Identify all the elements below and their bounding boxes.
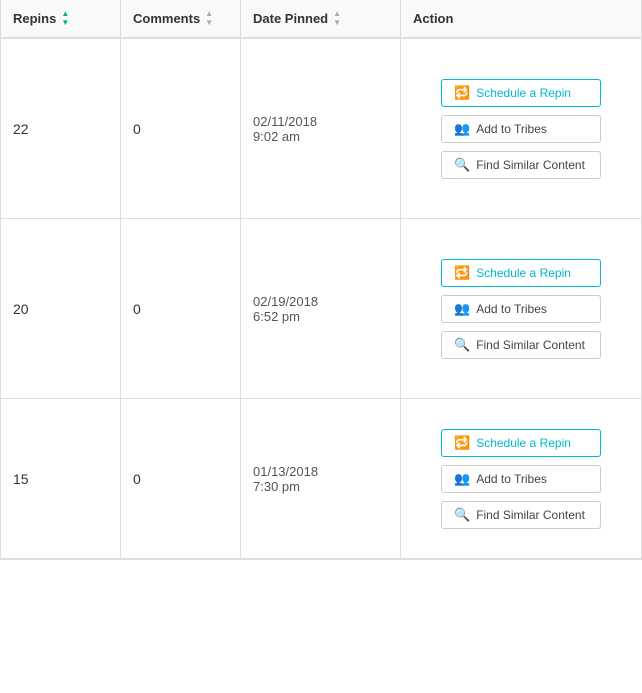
table-header: Repins ▲ ▼ Comments ▲ ▼ Date Pinned ▲ ▼ … [1, 0, 641, 39]
cell-action-1: 🔁 Schedule a Repin 👥 Add to Tribes 🔍 Fin… [401, 39, 641, 218]
similar-icon-3: 🔍 [454, 507, 470, 523]
time-value-3: 7:30 pm [253, 479, 318, 494]
header-comments-label: Comments [133, 11, 200, 26]
find-similar-button-3[interactable]: 🔍 Find Similar Content [441, 501, 601, 529]
time-value-2: 6:52 pm [253, 309, 318, 324]
sort-arrow-down-comments: ▼ [205, 19, 213, 27]
cell-date-3: 01/13/2018 7:30 pm [241, 399, 401, 558]
similar-label-2: Find Similar Content [476, 338, 585, 352]
time-value-1: 9:02 am [253, 129, 317, 144]
table-row: 20 0 02/19/2018 6:52 pm 🔁 Schedule a Rep… [1, 219, 641, 399]
add-to-tribes-button-2[interactable]: 👥 Add to Tribes [441, 295, 601, 323]
comments-value-2: 0 [133, 301, 141, 317]
header-action-label: Action [413, 11, 453, 26]
schedule-repin-button-1[interactable]: 🔁 Schedule a Repin [441, 79, 601, 107]
cell-comments-1: 0 [121, 39, 241, 218]
comments-sort-arrows: ▲ ▼ [205, 10, 213, 27]
repins-value-1: 22 [13, 121, 29, 137]
similar-icon-1: 🔍 [454, 157, 470, 173]
date-time-2: 02/19/2018 6:52 pm [253, 294, 318, 324]
comments-value-3: 0 [133, 471, 141, 487]
tribes-label-2: Add to Tribes [476, 302, 547, 316]
tribes-icon-1: 👥 [454, 121, 470, 137]
cell-action-3: 🔁 Schedule a Repin 👥 Add to Tribes 🔍 Fin… [401, 399, 641, 558]
date-value-2: 02/19/2018 [253, 294, 318, 309]
cell-comments-2: 0 [121, 219, 241, 398]
sort-arrow-up: ▲ [61, 10, 69, 18]
date-sort-arrows: ▲ ▼ [333, 10, 341, 27]
cell-date-1: 02/11/2018 9:02 am [241, 39, 401, 218]
schedule-repin-button-3[interactable]: 🔁 Schedule a Repin [441, 429, 601, 457]
repin-icon-3: 🔁 [454, 435, 470, 451]
schedule-label-1: Schedule a Repin [476, 86, 571, 100]
header-repins-label: Repins [13, 11, 56, 26]
sort-arrow-down-date: ▼ [333, 19, 341, 27]
tribes-icon-2: 👥 [454, 301, 470, 317]
similar-icon-2: 🔍 [454, 337, 470, 353]
repin-icon-1: 🔁 [454, 85, 470, 101]
cell-repins-2: 20 [1, 219, 121, 398]
schedule-label-3: Schedule a Repin [476, 436, 571, 450]
header-date-label: Date Pinned [253, 11, 328, 26]
table-row: 22 0 02/11/2018 9:02 am 🔁 Schedule a Rep… [1, 39, 641, 219]
date-value-1: 02/11/2018 [253, 114, 317, 129]
sort-arrow-down: ▼ [61, 19, 69, 27]
similar-label-3: Find Similar Content [476, 508, 585, 522]
data-table: Repins ▲ ▼ Comments ▲ ▼ Date Pinned ▲ ▼ … [0, 0, 642, 560]
schedule-label-2: Schedule a Repin [476, 266, 571, 280]
tribes-label-1: Add to Tribes [476, 122, 547, 136]
similar-label-1: Find Similar Content [476, 158, 585, 172]
header-comments[interactable]: Comments ▲ ▼ [121, 0, 241, 37]
find-similar-button-1[interactable]: 🔍 Find Similar Content [441, 151, 601, 179]
date-time-3: 01/13/2018 7:30 pm [253, 464, 318, 494]
sort-arrow-up-comments: ▲ [205, 10, 213, 18]
header-action: Action [401, 0, 641, 37]
sort-arrow-up-date: ▲ [333, 10, 341, 18]
repin-icon-2: 🔁 [454, 265, 470, 281]
find-similar-button-2[interactable]: 🔍 Find Similar Content [441, 331, 601, 359]
header-repins[interactable]: Repins ▲ ▼ [1, 0, 121, 37]
header-date[interactable]: Date Pinned ▲ ▼ [241, 0, 401, 37]
schedule-repin-button-2[interactable]: 🔁 Schedule a Repin [441, 259, 601, 287]
tribes-icon-3: 👥 [454, 471, 470, 487]
table-row: 15 0 01/13/2018 7:30 pm 🔁 Schedule a Rep… [1, 399, 641, 559]
cell-repins-1: 22 [1, 39, 121, 218]
tribes-label-3: Add to Tribes [476, 472, 547, 486]
add-to-tribes-button-3[interactable]: 👥 Add to Tribes [441, 465, 601, 493]
cell-action-2: 🔁 Schedule a Repin 👥 Add to Tribes 🔍 Fin… [401, 219, 641, 398]
cell-repins-3: 15 [1, 399, 121, 558]
add-to-tribes-button-1[interactable]: 👥 Add to Tribes [441, 115, 601, 143]
repins-sort-arrows: ▲ ▼ [61, 10, 69, 27]
date-time-1: 02/11/2018 9:02 am [253, 114, 317, 144]
cell-date-2: 02/19/2018 6:52 pm [241, 219, 401, 398]
cell-comments-3: 0 [121, 399, 241, 558]
date-value-3: 01/13/2018 [253, 464, 318, 479]
repins-value-2: 20 [13, 301, 29, 317]
comments-value-1: 0 [133, 121, 141, 137]
repins-value-3: 15 [13, 471, 29, 487]
